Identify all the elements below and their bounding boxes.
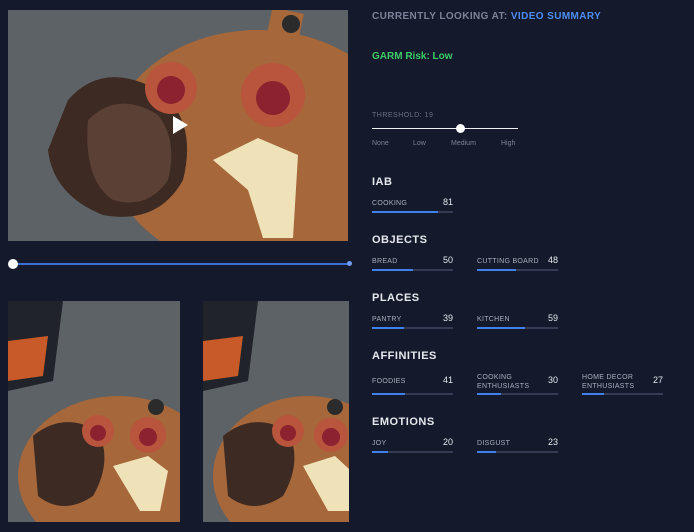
metric-bar — [477, 269, 558, 271]
metric-value: 59 — [547, 313, 558, 323]
section-title-places: PLACES — [372, 292, 420, 304]
looking-prefix: CURRENTLY LOOKING AT: — [372, 11, 508, 22]
metric-bar-fill — [477, 451, 496, 453]
metric-bar — [372, 211, 453, 213]
metric-bar-fill — [372, 211, 438, 213]
metric-value: 41 — [442, 375, 453, 385]
garm-risk: GARM Risk: Low — [372, 51, 453, 62]
metric-bar — [477, 451, 558, 453]
metric-bar-fill — [372, 269, 413, 271]
play-icon[interactable] — [171, 115, 189, 135]
metric-bar-fill — [477, 269, 516, 271]
metric-bar-fill — [477, 393, 502, 395]
frame-thumbnail[interactable] — [8, 301, 180, 522]
metric-bar-fill — [582, 393, 604, 395]
metric-value: 50 — [442, 255, 453, 265]
metric-label: COOKING — [372, 200, 408, 207]
metric-bar — [372, 269, 453, 271]
metric-value: 23 — [547, 437, 558, 447]
metric-label: JOY — [372, 440, 387, 447]
metric-value: 20 — [442, 437, 453, 447]
timeline-end-marker — [347, 261, 352, 266]
metric-label: PANTRY — [372, 316, 402, 323]
currently-looking-at: CURRENTLY LOOKING AT: VIDEO SUMMARY — [372, 11, 601, 22]
section-title-iab: IAB — [372, 176, 393, 188]
thumbnail-image — [8, 301, 180, 522]
timeline-handle[interactable] — [8, 259, 18, 269]
looking-value[interactable]: VIDEO SUMMARY — [511, 11, 601, 22]
threshold-option-high[interactable]: High — [501, 140, 515, 147]
metric-bar — [477, 327, 558, 329]
metric-bar — [372, 327, 453, 329]
metric-bar — [372, 451, 453, 453]
metric-bar-fill — [477, 327, 525, 329]
metric-value: 30 — [547, 375, 558, 385]
metric-label: BREAD — [372, 258, 398, 265]
metric-bar-fill — [372, 393, 406, 395]
metric-label: FOODIES — [372, 378, 406, 385]
threshold-option-low[interactable]: Low — [413, 140, 426, 147]
section-title-emotions: EMOTIONS — [372, 416, 435, 428]
metric-value: 48 — [547, 255, 558, 265]
metric-bar-fill — [372, 451, 389, 453]
threshold-slider-handle[interactable] — [456, 124, 465, 133]
metric-value: 81 — [442, 197, 453, 207]
metric-bar-fill — [372, 327, 404, 329]
metric-value: 27 — [652, 375, 663, 385]
timeline-track[interactable] — [12, 263, 350, 265]
threshold-option-none[interactable]: None — [372, 140, 389, 147]
threshold-option-medium[interactable]: Medium — [451, 140, 476, 147]
metric-bar — [372, 393, 453, 395]
metric-label: DISGUST — [477, 440, 511, 447]
threshold-label: THRESHOLD: 19 — [372, 112, 434, 119]
frame-thumbnail[interactable] — [203, 301, 349, 522]
metric-bar — [582, 393, 663, 395]
section-title-objects: OBJECTS — [372, 234, 428, 246]
section-title-affinities: AFFINITIES — [372, 350, 437, 362]
threshold-slider-track[interactable] — [372, 128, 518, 129]
metric-bar — [477, 393, 558, 395]
thumbnail-image — [203, 301, 349, 522]
metric-value: 39 — [442, 313, 453, 323]
metric-label: KITCHEN — [477, 316, 510, 323]
